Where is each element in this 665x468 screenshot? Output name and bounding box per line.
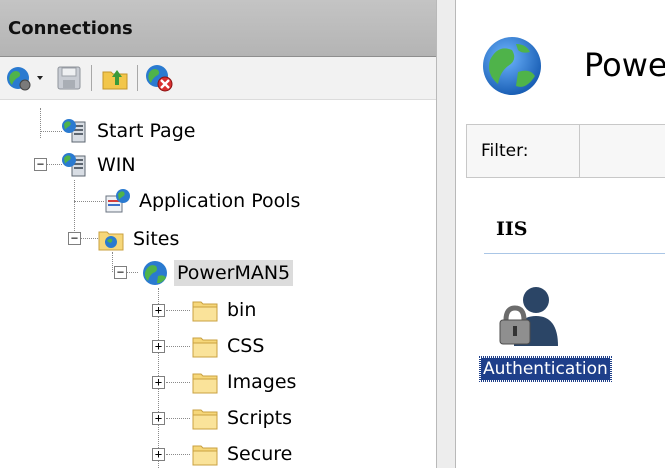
feature-label: Authentication — [479, 356, 612, 382]
folder-icon — [190, 331, 220, 361]
tree-label: PowerMAN5 — [174, 260, 294, 286]
connections-title: Connections — [8, 18, 133, 39]
server-icon — [60, 150, 90, 180]
tree-label: CSS — [227, 335, 265, 357]
tree-label: Scripts — [227, 407, 293, 429]
collapse-toggle[interactable]: − — [34, 158, 47, 171]
tree-line — [166, 454, 190, 455]
folder-icon — [190, 403, 220, 433]
tree-line — [166, 382, 190, 383]
expand-toggle[interactable]: + — [152, 412, 165, 425]
tree-item-site-powerman5[interactable]: PowerMAN5 — [140, 256, 294, 290]
tree-item-folder[interactable]: Scripts — [190, 401, 295, 435]
connections-tree: Start Page − WIN Application Pools − Sit… — [0, 100, 436, 468]
disconnect-icon[interactable] — [144, 63, 174, 93]
save-icon[interactable] — [54, 63, 84, 93]
application-pools-icon — [102, 186, 132, 216]
expand-toggle[interactable]: + — [152, 340, 165, 353]
collapse-toggle[interactable]: − — [114, 266, 127, 279]
tree-label: Secure — [227, 443, 293, 465]
filter-label: Filter: — [481, 141, 529, 161]
tree-label: Sites — [133, 228, 180, 250]
expand-toggle[interactable]: + — [152, 448, 165, 461]
filter-bar: Filter: — [466, 124, 665, 178]
section-divider — [484, 253, 665, 254]
tree-label: Application Pools — [139, 190, 301, 212]
tree-label: WIN — [97, 154, 136, 176]
tree-item-application-pools[interactable]: Application Pools — [102, 184, 303, 218]
expand-toggle[interactable]: + — [152, 376, 165, 389]
tree-item-start-page[interactable]: Start Page — [60, 114, 198, 148]
folder-icon — [190, 295, 220, 325]
section-header-iis: IIS — [496, 218, 528, 240]
collapse-toggle[interactable]: − — [68, 232, 81, 245]
sites-folder-icon — [96, 224, 126, 254]
folder-icon — [190, 439, 220, 468]
authentication-icon — [498, 282, 562, 348]
site-globe-large-icon — [480, 34, 544, 98]
tree-item-folder[interactable]: Images — [190, 365, 299, 399]
panel-splitter[interactable] — [436, 0, 456, 468]
tree-item-sites[interactable]: Sites — [96, 222, 182, 256]
expand-toggle[interactable]: + — [152, 304, 165, 317]
tree-line — [74, 201, 104, 202]
tree-item-folder[interactable]: CSS — [190, 329, 267, 363]
feature-authentication[interactable]: Authentication — [479, 282, 612, 382]
tree-item-folder[interactable]: Secure — [190, 437, 295, 468]
tree-label: bin — [227, 299, 257, 321]
tree-label: Start Page — [97, 120, 196, 142]
site-globe-icon — [140, 258, 170, 288]
tree-item-folder[interactable]: bin — [190, 293, 259, 327]
tree-line — [74, 180, 75, 235]
tree-line — [40, 108, 41, 138]
page-title: Powe — [584, 46, 665, 84]
tree-line — [40, 131, 62, 132]
connect-globe-icon[interactable] — [4, 63, 48, 93]
start-page-icon — [60, 116, 90, 146]
filter-input[interactable] — [579, 125, 580, 177]
tree-label: Images — [227, 371, 297, 393]
tree-line — [166, 418, 190, 419]
folder-icon — [190, 367, 220, 397]
toolbar-separator — [137, 65, 138, 91]
toolbar-separator — [91, 65, 92, 91]
connections-panel: Connections Start Page − WIN Application… — [0, 0, 436, 468]
tree-item-server[interactable]: WIN — [60, 148, 139, 182]
connections-toolbar — [0, 57, 436, 100]
connections-header: Connections — [0, 0, 436, 57]
tree-line — [166, 310, 190, 311]
tree-line — [166, 346, 190, 347]
up-folder-icon[interactable] — [100, 63, 130, 93]
main-panel: Powe Filter: IIS Authentication — [456, 0, 665, 468]
